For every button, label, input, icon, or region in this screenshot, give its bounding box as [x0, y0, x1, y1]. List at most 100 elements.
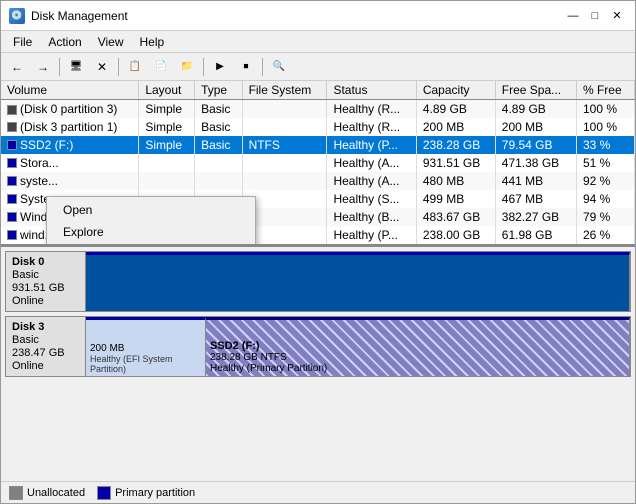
disk0-name: Disk 0 — [12, 256, 79, 268]
cell-cap: 483.67 GB — [416, 208, 495, 226]
cell-status: Healthy (R... — [327, 118, 416, 136]
cell-free: 471.38 GB — [495, 154, 576, 172]
toolbar-btn6[interactable]: ▶ — [208, 56, 232, 78]
cell-layout: Simple — [139, 136, 195, 154]
disk0-partitions — [86, 252, 630, 311]
disk3-partition1[interactable]: 200 MB Healthy (EFI System Partition) — [86, 317, 206, 376]
ctx-explore[interactable]: Explore — [47, 221, 255, 243]
top-panel: Volume Layout Type File System Status Ca… — [1, 81, 635, 247]
context-menu: Open Explore Mark Partition as Active Ch… — [46, 196, 256, 247]
toolbar-btn8[interactable]: 🔍 — [267, 56, 291, 78]
cell-pct: 33 % — [576, 136, 634, 154]
disk3-type: Basic — [12, 334, 79, 346]
minimize-button[interactable]: — — [563, 6, 583, 26]
cell-status: Healthy (P... — [327, 136, 416, 154]
cell-layout — [139, 154, 195, 172]
toolbar-btn2[interactable]: ✕ — [90, 56, 114, 78]
toolbar-btn3[interactable]: 📋 — [123, 56, 147, 78]
disk3-p1-status: Healthy (EFI System Partition) — [90, 354, 201, 374]
toolbar-sep2 — [118, 58, 119, 76]
legend-unallocated: Unallocated — [9, 486, 85, 500]
cell-layout: Simple — [139, 100, 195, 118]
cell-cap: 931.51 GB — [416, 154, 495, 172]
toolbar-sep4 — [262, 58, 263, 76]
cell-type — [195, 154, 243, 172]
cell-free: 441 MB — [495, 172, 576, 190]
disk0-status: Online — [12, 295, 79, 307]
cell-layout — [139, 172, 195, 190]
disk3-partitions: 200 MB Healthy (EFI System Partition) SS… — [86, 317, 630, 376]
cell-free: 4.89 GB — [495, 100, 576, 118]
cell-fs — [242, 172, 327, 190]
col-type: Type — [195, 81, 243, 100]
toolbar: ← → 🖥 ✕ 📋 📄 📁 ▶ ⏹ 🔍 — [1, 53, 635, 81]
cell-cap: 238.00 GB — [416, 226, 495, 244]
col-layout: Layout — [139, 81, 195, 100]
cell-fs — [242, 100, 327, 118]
disk0-info: Disk 0 Basic 931.51 GB Online — [6, 252, 86, 311]
cell-free: 200 MB — [495, 118, 576, 136]
legend-primary: Primary partition — [97, 486, 195, 500]
disk3-p2-size: 238.28 GB NTFS — [210, 352, 625, 363]
col-capacity: Capacity — [416, 81, 495, 100]
cell-pct: 92 % — [576, 172, 634, 190]
disk3-p1-size: 200 MB — [90, 343, 201, 354]
cell-status: Healthy (S... — [327, 190, 416, 208]
title-left: 💿 Disk Management — [9, 8, 128, 24]
menu-file[interactable]: File — [5, 33, 40, 51]
cell-pct: 51 % — [576, 154, 634, 172]
toolbar-btn7[interactable]: ⏹ — [234, 56, 258, 78]
table-row-selected[interactable]: SSD2 (F:) Simple Basic NTFS Healthy (P..… — [1, 136, 635, 154]
legend-primary-box — [97, 486, 111, 500]
table-row[interactable]: (Disk 0 partition 3) Simple Basic Health… — [1, 100, 635, 118]
toolbar-sep3 — [203, 58, 204, 76]
col-filesystem: File System — [242, 81, 327, 100]
toolbar-sep1 — [59, 58, 60, 76]
cell-status: Healthy (R... — [327, 100, 416, 118]
menu-action[interactable]: Action — [40, 33, 89, 51]
cell-status: Healthy (B... — [327, 208, 416, 226]
table-header-row: Volume Layout Type File System Status Ca… — [1, 81, 635, 100]
cell-volume: (Disk 3 partition 1) — [1, 118, 139, 136]
disk0-row: Disk 0 Basic 931.51 GB Online — [5, 251, 631, 312]
toolbar-btn5[interactable]: 📁 — [175, 56, 199, 78]
toolbar-back[interactable]: ← — [5, 56, 29, 78]
cell-free: 61.98 GB — [495, 226, 576, 244]
toolbar-btn1[interactable]: 🖥 — [64, 56, 88, 78]
table-row[interactable]: (Disk 3 partition 1) Simple Basic Health… — [1, 118, 635, 136]
cell-pct: 26 % — [576, 226, 634, 244]
close-button[interactable]: ✕ — [607, 6, 627, 26]
cell-free: 467 MB — [495, 190, 576, 208]
legend-unalloc-label: Unallocated — [27, 487, 85, 499]
disk0-type: Basic — [12, 269, 79, 281]
cell-volume: Stora... — [1, 154, 139, 172]
table-row[interactable]: Stora... Healthy (A... 931.51 GB 471.38 … — [1, 154, 635, 172]
cell-type: Basic — [195, 100, 243, 118]
main-window: 💿 Disk Management — □ ✕ File Action View… — [0, 0, 636, 504]
legend-primary-label: Primary partition — [115, 487, 195, 499]
disk3-info: Disk 3 Basic 238.47 GB Online — [6, 317, 86, 376]
menu-bar: File Action View Help — [1, 31, 635, 53]
table-row[interactable]: syste... Healthy (A... 480 MB 441 MB 92 … — [1, 172, 635, 190]
disk3-p2-status: Healthy (Primary Partition) — [210, 363, 625, 374]
menu-view[interactable]: View — [90, 33, 132, 51]
toolbar-forward[interactable]: → — [31, 56, 55, 78]
cell-free: 79.54 GB — [495, 136, 576, 154]
disk3-p2-name: SSD2 (F:) — [210, 340, 625, 352]
cell-volume: (Disk 0 partition 3) — [1, 100, 139, 118]
col-volume: Volume — [1, 81, 139, 100]
disk3-partition2[interactable]: SSD2 (F:) 238.28 GB NTFS Healthy (Primar… — [206, 317, 630, 376]
cell-status: Healthy (A... — [327, 172, 416, 190]
cell-fs — [242, 118, 327, 136]
ctx-open[interactable]: Open — [47, 199, 255, 221]
disk3-name: Disk 3 — [12, 321, 79, 333]
toolbar-btn4[interactable]: 📄 — [149, 56, 173, 78]
disk3-size: 238.47 GB — [12, 347, 79, 359]
maximize-button[interactable]: □ — [585, 6, 605, 26]
cell-cap: 499 MB — [416, 190, 495, 208]
disk3-row: Disk 3 Basic 238.47 GB Online 200 MB Hea… — [5, 316, 631, 377]
disk0-partition1[interactable] — [86, 252, 630, 311]
cell-cap: 480 MB — [416, 172, 495, 190]
menu-help[interactable]: Help — [132, 33, 173, 51]
cell-pct: 100 % — [576, 100, 634, 118]
